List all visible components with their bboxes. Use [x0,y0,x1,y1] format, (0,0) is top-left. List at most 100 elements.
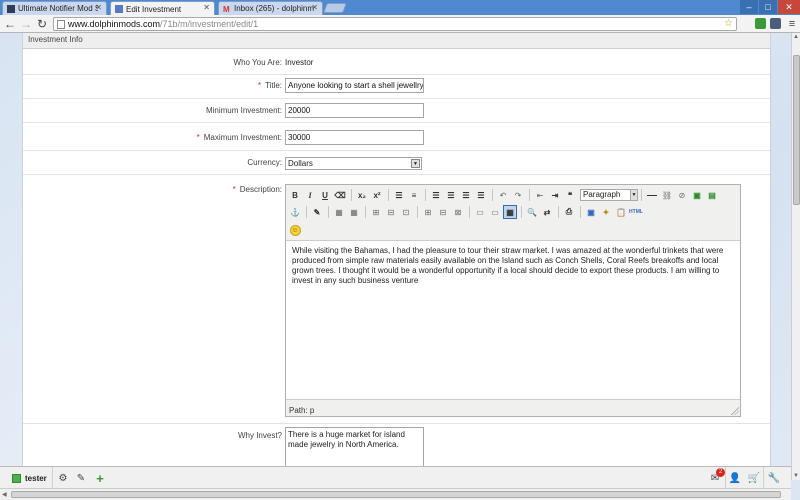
replace-icon[interactable]: ⇄ [540,205,554,219]
chevron-down-icon[interactable]: ▼ [411,159,420,168]
media-icon[interactable]: ▤ [705,188,719,202]
wrench-icon[interactable]: 🔧 [768,471,780,485]
delete-row-icon[interactable]: ⊟ [384,205,398,219]
italic-icon[interactable]: I [303,188,317,202]
align-left-icon[interactable]: ☰ [429,188,443,202]
close-window-icon[interactable]: ✕ [778,0,800,14]
username[interactable]: tester [25,471,47,485]
scroll-up-icon[interactable]: ▲ [793,34,799,40]
mail-icon[interactable]: ✉ 2 [708,468,725,485]
browser-tab-bar: Ultimate Notifier Mod Sup ✕ Edit Investm… [0,0,800,16]
new-tab-button[interactable] [323,3,347,13]
toolbar-row-1: B I U ⌫ x₂ x² ☰ ≡ ☰ ☰ ☰ ☰ ↶ ↷ ⇤ ⇥ ❝ Para… [288,187,720,203]
bold-icon[interactable]: B [288,188,302,202]
eraser-icon[interactable]: ⌫ [333,188,347,202]
underline-icon[interactable]: U [318,188,332,202]
tab-inbox[interactable]: M Inbox (265) - dolphinmod ✕ [218,1,323,15]
add-icon[interactable]: + [94,471,106,486]
search-icon[interactable]: 🔍 [525,205,539,219]
tab-label: Inbox (265) - dolphinmod [234,4,314,13]
who-value: Investor [285,58,314,67]
fullscreen-icon[interactable]: ▣ [584,205,598,219]
toggle-grid-icon[interactable]: ▦ [503,205,517,219]
menu-icon[interactable]: ≡ [785,17,799,31]
split-cells-icon[interactable]: ▭ [488,205,502,219]
editor-content[interactable]: While visiting the Bahamas, I had the pl… [286,240,740,400]
user-icon[interactable]: 👤 [729,471,741,485]
format-select[interactable]: Paragraph ▼ [580,189,638,201]
minimize-icon[interactable]: – [740,0,758,14]
insert-col-icon[interactable]: ⊞ [421,205,435,219]
max-investment-input[interactable]: 30000 [285,130,424,145]
scrollbar-thumb[interactable] [793,55,800,205]
anchor-icon[interactable]: ⚓ [288,205,302,219]
paste-icon[interactable]: 📋 [614,205,628,219]
max-investment-label: * Maximum Investment: [196,133,282,142]
extension-icon[interactable] [755,18,766,29]
html-source-icon[interactable]: HTML [629,205,643,219]
delete-col-icon[interactable]: ⊟ [436,205,450,219]
compose-icon[interactable]: ✎ [75,471,87,485]
align-justify-icon[interactable]: ☰ [474,188,488,202]
close-tab-icon[interactable]: ✕ [203,3,210,12]
blockquote-icon[interactable]: ❝ [563,188,577,202]
title-input[interactable]: Anyone looking to start a shell jewellry [285,78,424,93]
row-props-icon[interactable]: ⊡ [399,205,413,219]
horizontal-scrollbar[interactable]: ◀ [0,488,791,500]
insert-row-icon[interactable]: ⊞ [369,205,383,219]
tab-edit-investment[interactable]: Edit Investment ✕ [110,1,215,16]
scrollbar-thumb[interactable] [11,491,781,498]
print-icon[interactable]: ⎙ [562,205,576,219]
visual-aid-icon[interactable]: ▭ [473,205,487,219]
cart-icon[interactable]: 🛒 [748,471,760,485]
form-row-currency: Currency: Dollars ▼ [23,151,770,175]
superscript-icon[interactable]: x² [370,188,384,202]
extension-icon[interactable] [770,18,781,29]
currency-select[interactable]: Dollars ▼ [285,157,422,170]
forward-arrow-icon[interactable]: → [19,17,33,31]
image-icon[interactable]: ▣ [690,188,704,202]
cleanup-icon[interactable]: ✦ [599,205,613,219]
scroll-left-icon[interactable]: ◀ [2,491,7,498]
gear-icon[interactable]: ⚙ [57,471,69,485]
reload-icon[interactable]: ↻ [35,17,49,31]
table-props-icon[interactable]: ▦ [347,205,361,219]
scroll-down-icon[interactable]: ▼ [793,473,799,479]
outdent-icon[interactable]: ⇤ [533,188,547,202]
close-tab-icon[interactable]: ✕ [95,3,102,12]
gmail-icon: M [223,4,230,14]
numbered-list-icon[interactable]: ≡ [407,188,421,202]
toolbar-divider [492,189,493,201]
notification-badge: 2 [716,468,725,477]
chevron-down-icon[interactable]: ▼ [630,190,637,200]
maximize-icon[interactable]: □ [759,0,777,14]
min-investment-input[interactable]: 20000 [285,103,424,118]
resize-handle-icon[interactable] [731,407,739,415]
align-right-icon[interactable]: ☰ [459,188,473,202]
address-bar[interactable]: www.dolphinmods.com/71b/m/investment/edi… [53,17,737,31]
horizontal-rule-icon[interactable] [645,188,659,202]
subscript-icon[interactable]: x₂ [355,188,369,202]
merge-cells-icon[interactable]: ⊠ [451,205,465,219]
edit-image-icon[interactable]: ✎ [310,205,324,219]
tab-label: Edit Investment [126,4,182,14]
close-tab-icon[interactable]: ✕ [311,3,318,12]
tab-ultimate-notifier[interactable]: Ultimate Notifier Mod Sup ✕ [2,1,107,15]
bookmark-star-icon[interactable]: ☆ [724,18,733,30]
bottom-toolbar: tester ⚙ ✎ + ✉ 2 👤 🛒 🔧 [0,466,791,489]
vertical-scrollbar[interactable]: ▲ ▼ [791,33,800,480]
description-label: * Description: [232,185,282,194]
editor-toolbar: B I U ⌫ x₂ x² ☰ ≡ ☰ ☰ ☰ ☰ ↶ ↷ ⇤ ⇥ ❝ Para… [286,185,740,240]
table-icon[interactable]: ▦ [332,205,346,219]
align-center-icon[interactable]: ☰ [444,188,458,202]
emoticon-icon[interactable]: ☺ [288,223,302,237]
undo-icon[interactable]: ↶ [496,188,510,202]
toolbar-divider [306,206,307,218]
min-investment-label: Minimum Investment: [205,106,282,115]
redo-icon[interactable]: ↷ [511,188,525,202]
back-arrow-icon[interactable]: ← [3,17,17,31]
indent-icon[interactable]: ⇥ [548,188,562,202]
bullet-list-icon[interactable]: ☰ [392,188,406,202]
link-icon[interactable]: ⛓ [660,188,674,202]
unlink-icon[interactable]: ⊘ [675,188,689,202]
